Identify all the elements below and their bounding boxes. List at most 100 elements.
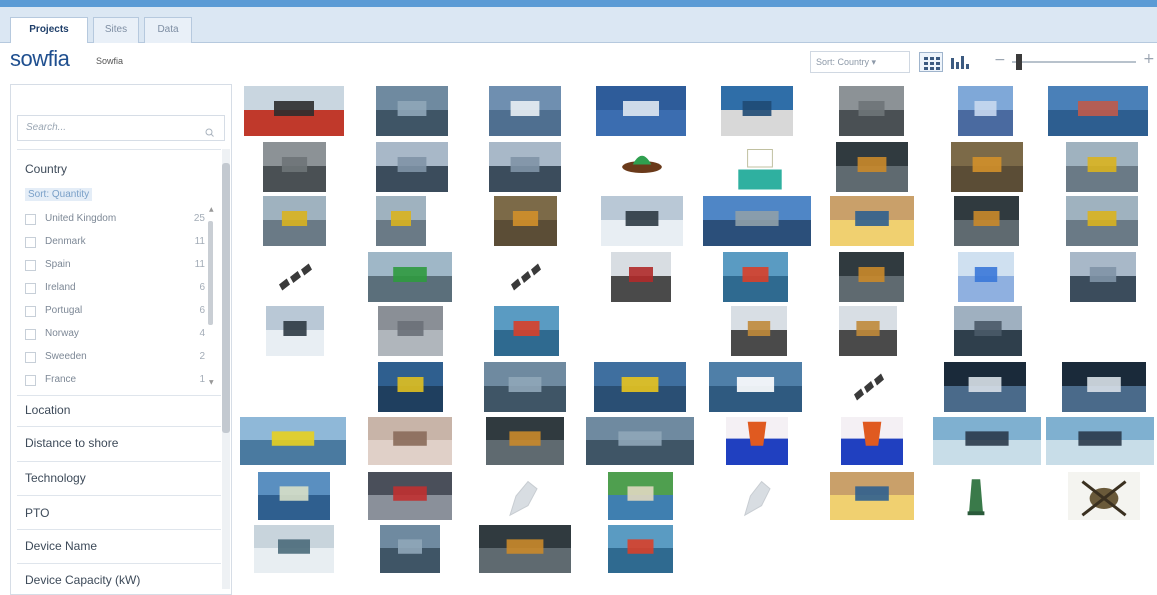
grid-view-icon[interactable] [919, 52, 943, 72]
project-thumbnail[interactable] [1068, 472, 1140, 520]
project-thumbnail[interactable] [376, 196, 426, 246]
country-item-sweeden[interactable]: Sweeden 2 [25, 349, 205, 369]
project-thumbnail[interactable] [731, 306, 787, 356]
project-thumbnail[interactable] [844, 362, 894, 412]
facet-country[interactable]: Country [25, 162, 67, 176]
facet-location[interactable]: Location [25, 403, 70, 417]
project-thumbnail[interactable] [841, 417, 903, 465]
project-thumbnail[interactable] [378, 362, 443, 412]
project-thumbnail[interactable] [839, 252, 904, 302]
project-thumbnail[interactable] [501, 252, 551, 302]
project-thumbnail[interactable] [494, 196, 557, 246]
checkbox[interactable] [25, 375, 36, 386]
project-thumbnail[interactable] [380, 525, 440, 573]
tab-sites[interactable]: Sites [93, 17, 139, 43]
project-thumbnail[interactable] [830, 472, 914, 520]
country-item-norway[interactable]: Norway 4 [25, 326, 205, 346]
project-thumbnail[interactable] [494, 306, 559, 356]
project-thumbnail[interactable] [489, 86, 561, 136]
project-thumbnail[interactable] [616, 306, 666, 356]
project-thumbnail[interactable] [958, 86, 1013, 136]
facet-distance-to-shore[interactable]: Distance to shore [25, 436, 118, 450]
project-thumbnail[interactable] [263, 142, 326, 192]
project-thumbnail[interactable] [709, 362, 802, 412]
facet-device-capacity[interactable]: Device Capacity (kW) [25, 573, 140, 587]
project-thumbnail[interactable] [723, 252, 788, 302]
tab-data[interactable]: Data [144, 17, 192, 43]
facet-technology[interactable]: Technology [25, 471, 86, 485]
country-item-denmark[interactable]: Denmark 11 [25, 234, 205, 254]
zoom-in-button[interactable]: + [1143, 51, 1155, 67]
project-thumbnail[interactable] [611, 252, 671, 302]
sort-quantity-link[interactable]: Sort: Quantity [25, 188, 93, 201]
project-thumbnail[interactable] [244, 86, 344, 136]
project-thumbnail[interactable] [240, 417, 346, 465]
checkbox[interactable] [25, 237, 36, 248]
project-thumbnail[interactable] [839, 306, 897, 356]
project-thumbnail[interactable] [608, 472, 673, 520]
sidebar-scroll-thumb[interactable] [222, 163, 230, 433]
project-thumbnail[interactable] [263, 196, 326, 246]
project-thumbnail[interactable] [484, 362, 566, 412]
project-thumbnail[interactable] [954, 306, 1022, 356]
project-thumbnail[interactable] [586, 417, 694, 465]
tab-projects[interactable]: Projects [10, 17, 88, 44]
facet-device-name[interactable]: Device Name [25, 539, 97, 553]
project-thumbnail[interactable] [479, 525, 571, 573]
project-thumbnail[interactable] [703, 196, 811, 246]
project-thumbnail[interactable] [726, 417, 788, 465]
project-thumbnail[interactable] [601, 196, 683, 246]
scroll-up-arrow-icon[interactable]: ▲ [209, 206, 214, 213]
project-thumbnail[interactable] [268, 252, 323, 302]
country-item-united-kingdom[interactable]: United Kingdom 25 [25, 211, 205, 231]
project-thumbnail[interactable] [951, 142, 1023, 192]
zoom-out-button[interactable]: − [994, 52, 1006, 68]
checkbox[interactable] [25, 260, 36, 271]
country-item-france[interactable]: France 1 [25, 372, 205, 392]
project-thumbnail[interactable] [962, 472, 990, 520]
project-thumbnail[interactable] [1066, 142, 1138, 192]
search-input[interactable]: Search... [17, 115, 225, 141]
project-thumbnail[interactable] [368, 472, 452, 520]
project-thumbnail[interactable] [933, 417, 1041, 465]
project-thumbnail[interactable] [486, 417, 564, 465]
project-thumbnail[interactable] [728, 472, 784, 520]
country-list-scroll-thumb[interactable] [208, 221, 213, 325]
project-thumbnail[interactable] [954, 196, 1019, 246]
checkbox[interactable] [25, 306, 36, 317]
project-thumbnail[interactable] [376, 142, 448, 192]
checkbox[interactable] [25, 214, 36, 225]
project-thumbnail[interactable] [489, 142, 561, 192]
zoom-slider-track[interactable] [1012, 61, 1136, 63]
zoom-slider-thumb[interactable] [1016, 54, 1022, 70]
project-thumbnail[interactable] [611, 142, 673, 192]
country-item-spain[interactable]: Spain 11 [25, 257, 205, 277]
facet-pto[interactable]: PTO [25, 506, 49, 520]
project-thumbnail[interactable] [839, 86, 904, 136]
project-thumbnail[interactable] [266, 362, 324, 412]
search-icon[interactable] [205, 122, 214, 137]
project-thumbnail[interactable] [258, 472, 330, 520]
scroll-down-arrow-icon[interactable]: ▼ [209, 379, 214, 386]
project-thumbnail[interactable] [368, 417, 452, 465]
project-thumbnail[interactable] [830, 196, 914, 246]
project-thumbnail[interactable] [729, 142, 791, 192]
project-thumbnail[interactable] [1046, 417, 1154, 465]
country-item-ireland[interactable]: Ireland 6 [25, 280, 205, 300]
project-thumbnail[interactable] [254, 525, 334, 573]
project-thumbnail[interactable] [368, 252, 452, 302]
project-thumbnail[interactable] [376, 86, 448, 136]
project-thumbnail[interactable] [596, 86, 686, 136]
project-thumbnail[interactable] [836, 142, 908, 192]
project-thumbnail[interactable] [944, 362, 1026, 412]
project-thumbnail[interactable] [1062, 362, 1146, 412]
checkbox[interactable] [25, 352, 36, 363]
project-thumbnail[interactable] [1076, 306, 1126, 356]
bar-chart-view-icon[interactable] [948, 52, 972, 72]
project-thumbnail[interactable] [378, 306, 443, 356]
project-thumbnail[interactable] [1048, 86, 1148, 136]
project-thumbnail[interactable] [608, 525, 673, 573]
project-thumbnail[interactable] [594, 362, 686, 412]
project-thumbnail[interactable] [1066, 196, 1138, 246]
checkbox[interactable] [25, 283, 36, 294]
